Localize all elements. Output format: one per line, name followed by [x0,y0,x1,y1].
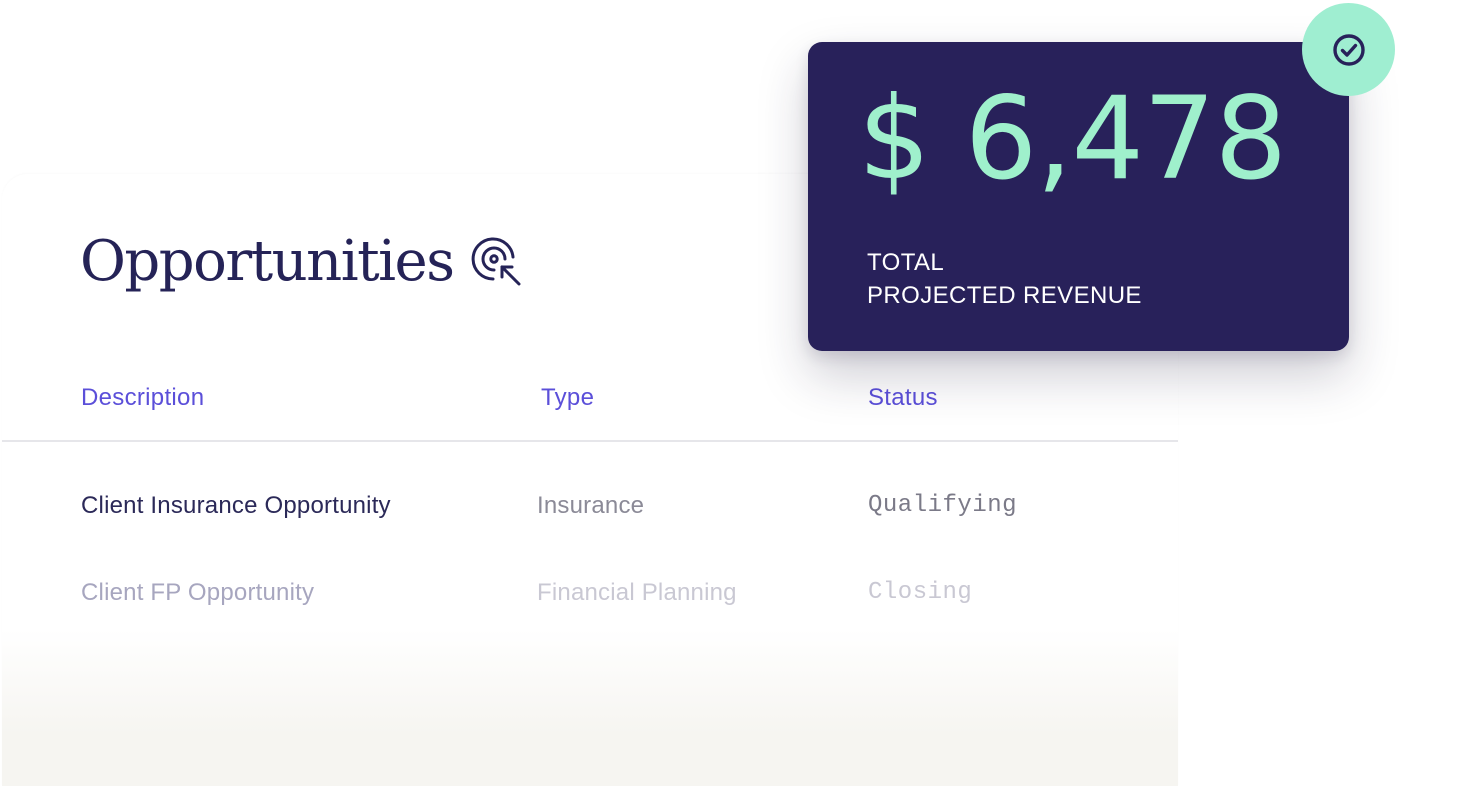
total-revenue-card: $ 6,478 TOTAL PROJECTED REVENUE [808,42,1349,351]
check-badge [1302,3,1395,96]
row-status: Qualifying [868,492,1018,519]
row-type: Financial Planning [537,579,737,606]
revenue-label: TOTAL PROJECTED REVENUE [867,246,1142,312]
row-description[interactable]: Client FP Opportunity [81,579,314,607]
page-title: Opportunities [80,229,455,294]
check-circle-icon [1332,33,1365,66]
revenue-amount: $ 6,478 [858,72,1287,205]
opportunities-screen: Opportunities Description Type Status Cl… [0,0,1461,786]
revenue-label-line1: TOTAL [867,249,945,276]
row-status: Closing [868,579,973,606]
title-row: Opportunities [80,234,523,290]
header-divider [2,440,1178,442]
row-type: Insurance [537,492,645,519]
target-cursor-icon [469,235,523,289]
row-description[interactable]: Client Insurance Opportunity [81,492,391,520]
revenue-label-line2: PROJECTED REVENUE [867,282,1142,309]
column-header-type[interactable]: Type [541,384,594,412]
column-header-status[interactable]: Status [868,384,938,412]
column-header-description[interactable]: Description [81,384,204,412]
